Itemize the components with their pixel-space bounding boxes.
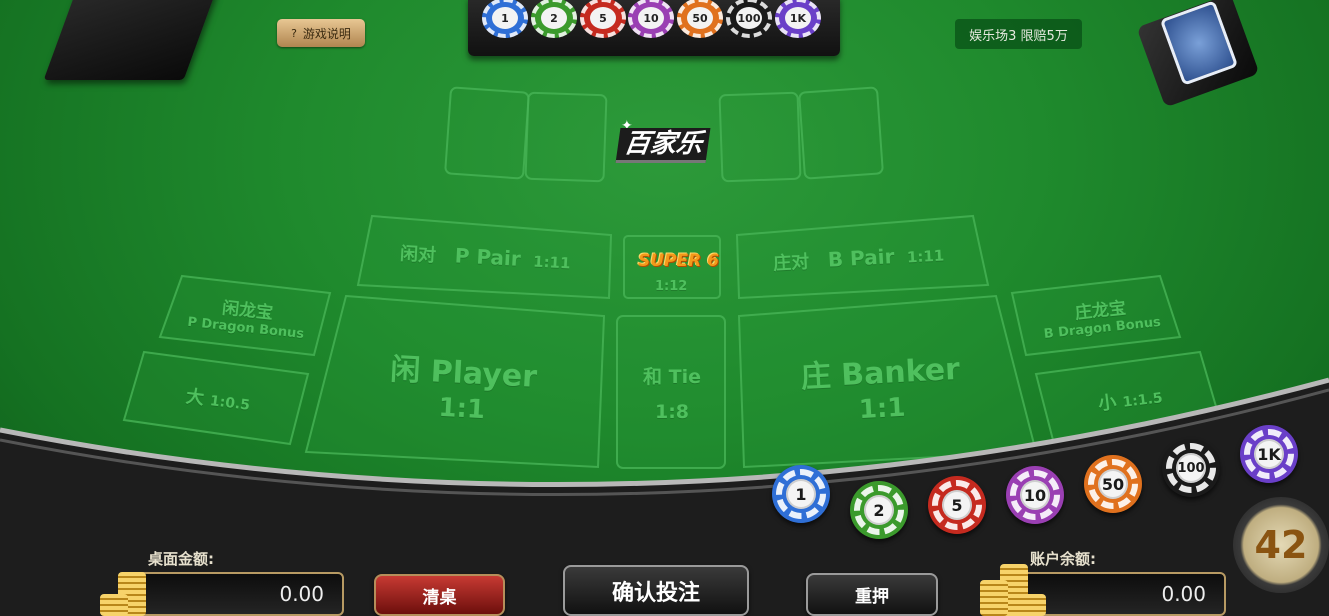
table-amount-label: 桌面金额: (148, 550, 214, 568)
bet-chip-10[interactable]: 10 (1006, 466, 1064, 524)
banker-cn: 庄 (799, 358, 832, 396)
super6-odds: 1:12 (655, 279, 688, 294)
tray-chip-1: 1 (482, 0, 528, 38)
tray-chip-label: 5 (590, 7, 616, 29)
banker-zone[interactable]: 庄 Banker 1:1 (784, 343, 978, 429)
account-balance-label: 账户余额: (1030, 550, 1096, 568)
tray-chip-2: 2 (531, 0, 577, 38)
tray-chip-label: 2 (541, 7, 567, 29)
tray-chip-label: 50 (687, 7, 713, 29)
p-pair-odds: 1:11 (532, 252, 571, 273)
card-deck (1136, 0, 1260, 108)
small-cn: 小 (1097, 391, 1118, 415)
table-amount-value: 0.00 (279, 582, 324, 606)
room-badge: 娱乐场3 限赔5万 (955, 19, 1082, 49)
super6-label: SUPER 6 (638, 251, 719, 271)
player-cn: 闲 (389, 352, 422, 389)
b-pair-cn: 庄对 (772, 251, 810, 275)
table-amount-field: 0.00 (130, 572, 344, 616)
player-zone[interactable]: 闲 Player 1:1 (366, 343, 560, 429)
help-button[interactable]: ? 游戏说明 (277, 19, 365, 47)
tray-chip-label: 1K (785, 7, 811, 29)
bet-chip-100[interactable]: 100 (1162, 439, 1220, 497)
chip-value: 10 (1020, 480, 1050, 510)
tray-chip-50: 50 (677, 0, 723, 38)
tie-zone[interactable]: 和 Tie 1:8 (628, 362, 716, 423)
bet-chip-1[interactable]: 1 (772, 465, 830, 523)
banker-en: Banker (840, 351, 961, 394)
bet-chip-5[interactable]: 5 (928, 476, 986, 534)
player-en: Player (429, 354, 538, 395)
countdown-timer: 42 (1233, 497, 1329, 593)
bet-chip-1k[interactable]: 1K (1240, 425, 1298, 483)
bet-chip-50[interactable]: 50 (1084, 455, 1142, 513)
coin-stack-icon (980, 580, 1008, 616)
baccarat-table: 闲对 P Pair 1:11 SUPER 6 1:12 庄对 B Pair 1:… (0, 0, 1329, 616)
tray-chip-100: 100 (726, 0, 772, 38)
tray-chip-label: 100 (736, 7, 762, 29)
confirm-bet-button[interactable]: 确认投注 (563, 565, 749, 616)
tie-odds: 1:8 (654, 401, 690, 423)
chip-value: 100 (1176, 453, 1206, 483)
coin-stack-icon (1018, 594, 1046, 616)
tray-chip-1k: 1K (775, 0, 821, 38)
big-odds: 1:0.5 (208, 393, 251, 414)
b-pair-odds: 1:11 (906, 246, 945, 267)
game-logo: 百家乐 (615, 128, 711, 163)
tray-chip-5: 5 (580, 0, 626, 38)
super6-logo[interactable]: SUPER 6 (638, 247, 719, 272)
big-cn: 大 (184, 386, 206, 410)
p-pair-cn: 闲对 (399, 243, 437, 267)
chip-value: 2 (864, 495, 894, 525)
b-pair-en: B Pair (827, 244, 895, 272)
chip-value: 1K (1254, 439, 1284, 469)
tray-chip-label: 1 (492, 7, 518, 29)
account-balance-value: 0.00 (1161, 582, 1206, 606)
tie-cn: 和 (643, 366, 663, 388)
tray-chip-10: 10 (628, 0, 674, 38)
chip-value: 1 (786, 479, 816, 509)
help-label: 游戏说明 (302, 26, 351, 41)
clear-table-button[interactable]: 清桌 (374, 574, 505, 616)
coin-stack-icon (100, 594, 128, 616)
small-odds: 1:1.5 (1121, 390, 1164, 411)
tie-en: Tie (668, 366, 701, 388)
tray-chip-label: 10 (638, 7, 664, 29)
chip-value: 50 (1098, 469, 1128, 499)
chip-value: 5 (942, 490, 972, 520)
p-pair-en: P Pair (454, 243, 522, 271)
help-icon: ? (291, 26, 297, 40)
rebet-button[interactable]: 重押 (806, 573, 938, 616)
chip-tray: 1 2 5 10 50 100 1K (468, 0, 840, 56)
bet-chip-2[interactable]: 2 (850, 481, 908, 539)
timer-value: 42 (1254, 523, 1308, 567)
